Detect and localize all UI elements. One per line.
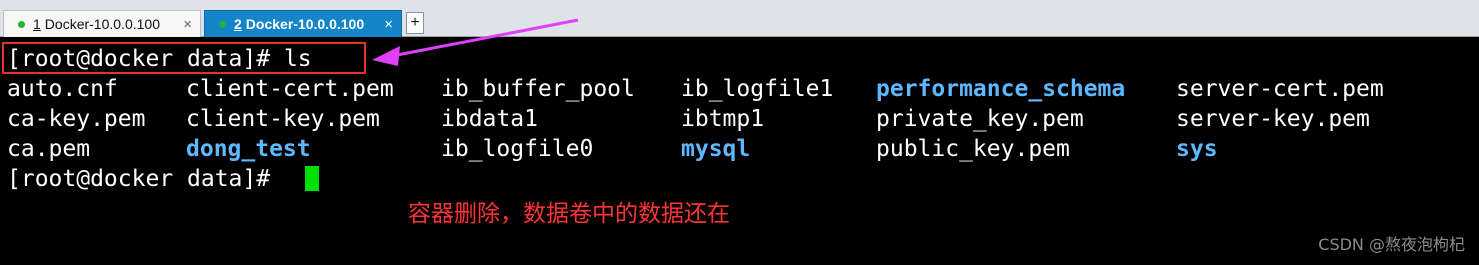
file-entry: ca-key.pem <box>7 106 146 132</box>
prompt-line: [root@docker data]# <box>7 166 284 192</box>
tab-session-2[interactable]: 2 Docker-10.0.0.100 × <box>204 10 402 37</box>
file-entry: private_key.pem <box>876 106 1084 132</box>
file-entry: ib_logfile0 <box>441 136 594 162</box>
command-highlight-box <box>2 42 366 74</box>
new-tab-button[interactable]: + <box>406 12 424 34</box>
file-entry: server-key.pem <box>1176 106 1370 132</box>
watermark: CSDN @熬夜泡枸杞 <box>1318 235 1465 254</box>
file-entry: ibtmp1 <box>681 106 765 132</box>
file-entry: ca.pem <box>7 136 91 162</box>
connected-status-icon <box>219 20 226 28</box>
file-entry: client-cert.pem <box>186 76 394 102</box>
tab-number: 2 <box>234 16 242 32</box>
file-entry: client-key.pem <box>186 106 380 132</box>
close-icon[interactable]: × <box>384 16 393 33</box>
file-entry: ib_logfile1 <box>681 76 834 102</box>
file-entry: auto.cnf <box>7 76 118 102</box>
directory-entry: dong_test <box>186 136 311 162</box>
file-entry: ibdata1 <box>441 106 538 132</box>
directory-entry: sys <box>1176 136 1218 162</box>
directory-entry: performance_schema <box>876 76 1126 102</box>
tab-title: Docker-10.0.0.100 <box>245 16 365 32</box>
tab-number: 1 <box>33 16 41 32</box>
file-entry: public_key.pem <box>876 136 1070 162</box>
terminal-cursor <box>305 166 319 191</box>
annotation-text: 容器删除，数据卷中的数据还在 <box>408 201 730 227</box>
file-entry: server-cert.pem <box>1176 76 1384 102</box>
tab-bar: 1 Docker-10.0.0.100 × 2 Docker-10.0.0.10… <box>0 0 1479 37</box>
connected-status-icon <box>18 20 25 28</box>
directory-entry: mysql <box>681 136 751 162</box>
close-icon[interactable]: × <box>183 16 192 33</box>
file-entry: ib_buffer_pool <box>441 76 635 102</box>
tab-session-1[interactable]: 1 Docker-10.0.0.100 × <box>3 10 201 37</box>
tab-title: Docker-10.0.0.100 <box>44 16 160 32</box>
